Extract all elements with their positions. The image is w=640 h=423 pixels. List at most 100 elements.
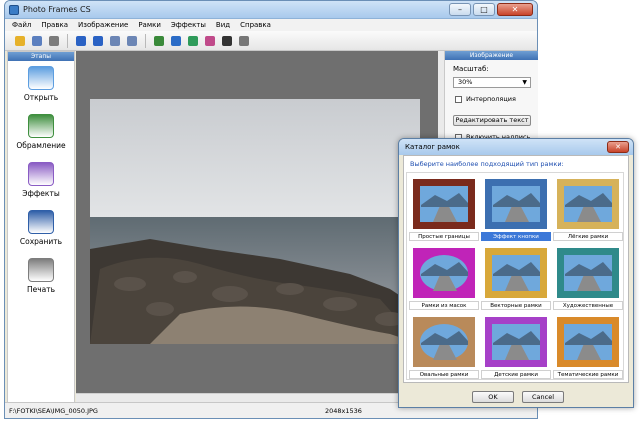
checkbox-box — [455, 95, 462, 103]
steps-panel-header: Этапы — [8, 52, 74, 61]
seascape-photo — [90, 99, 420, 344]
menu-edit[interactable]: Правка — [41, 21, 68, 29]
effect-icon-glyph — [205, 35, 215, 46]
people-icon — [28, 114, 54, 138]
redo-icon[interactable] — [91, 34, 105, 48]
printer-icon — [28, 258, 54, 282]
crop-icon[interactable] — [237, 34, 251, 48]
horizontal-scrollbar[interactable] — [76, 393, 438, 402]
undo-icon[interactable] — [74, 34, 88, 48]
frame-option-label: Тематические рамки — [553, 370, 623, 379]
frame-preview — [557, 248, 619, 298]
frame-option[interactable]: Векторные рамки — [481, 244, 551, 312]
save-icon-glyph — [32, 35, 42, 46]
cancel-button[interactable]: Cancel — [522, 391, 564, 403]
frame-option[interactable]: Рамки из масок — [409, 244, 479, 312]
frame-thumbnail — [557, 248, 619, 298]
close-button[interactable]: ✕ — [497, 3, 533, 16]
scale-select[interactable]: 30% ▼ — [453, 77, 531, 88]
interpolation-label: Интерполяция — [466, 95, 516, 103]
dialog-body: Выберите наиболее подходящий тип рамки: … — [403, 155, 629, 383]
frame-option-label: Художественные — [553, 301, 623, 310]
image-canvas[interactable] — [76, 51, 438, 393]
frame-preview — [485, 248, 547, 298]
menu-effects[interactable]: Эффекты — [171, 21, 206, 29]
step-5[interactable]: Печать — [8, 258, 74, 294]
maximize-button[interactable]: □ — [473, 3, 495, 16]
menu-image[interactable]: Изображение — [78, 21, 128, 29]
frame-option[interactable]: Овальные рамки — [409, 313, 479, 381]
new-icon[interactable] — [13, 34, 27, 48]
dialog-close-button[interactable]: ✕ — [607, 141, 629, 153]
frame-preview — [413, 317, 475, 367]
frame-option[interactable]: Детские рамки — [481, 313, 551, 381]
frame-option[interactable]: Тематические рамки — [553, 313, 623, 381]
step-label: Сохранить — [19, 237, 63, 246]
frame-preview — [485, 317, 547, 367]
edit-text-button[interactable]: Редактировать текст — [453, 115, 531, 126]
step-1[interactable]: Открыть — [8, 66, 74, 102]
window-controls: – □ ✕ — [449, 3, 533, 16]
frame-thumbnail — [413, 317, 475, 367]
menu-view[interactable]: Вид — [216, 21, 230, 29]
paste-icon[interactable] — [125, 34, 139, 48]
frame-option[interactable]: Лёгкие рамки — [553, 175, 623, 243]
frame-option-label: Векторные рамки — [481, 301, 551, 310]
steps-panel: Этапы Открыть Обрамление Эффекты Сохранить П… — [7, 51, 75, 403]
undo-icon-glyph — [76, 35, 86, 46]
frame-option-label: Детские рамки — [481, 370, 551, 379]
frame-preview — [413, 248, 475, 298]
print-icon[interactable] — [47, 34, 61, 48]
menu-file[interactable]: Файл — [12, 21, 31, 29]
ok-button[interactable]: OK — [472, 391, 514, 403]
interpolation-checkbox[interactable]: Интерполяция — [455, 95, 516, 103]
crop-icon-glyph — [239, 35, 249, 46]
step-2[interactable]: Обрамление — [8, 114, 74, 150]
scale-value: 30% — [458, 78, 473, 86]
zoom-fit-icon[interactable] — [152, 34, 166, 48]
step-4[interactable]: Сохранить — [8, 210, 74, 246]
frame-option-label: Рамки из масок — [409, 301, 479, 310]
frame-option[interactable]: Художественные — [553, 244, 623, 312]
toolbar-separator — [145, 33, 146, 48]
print-icon-glyph — [49, 35, 59, 46]
photo-preview — [90, 99, 420, 344]
frame-icon[interactable] — [169, 34, 183, 48]
frame-thumbnail — [557, 179, 619, 229]
menu-frames[interactable]: Рамки — [138, 21, 161, 29]
frame-thumbnail — [485, 248, 547, 298]
copy-icon-glyph — [110, 35, 120, 46]
step-label: Эффекты — [22, 189, 60, 198]
frame-thumbnail — [413, 248, 475, 298]
floppy-icon — [28, 210, 54, 234]
frame-option[interactable]: Простые границы — [409, 175, 479, 243]
effect-icon[interactable] — [203, 34, 217, 48]
frame-option[interactable]: Эффект кнопки — [481, 175, 551, 243]
image-icon[interactable] — [186, 34, 200, 48]
toolbar — [5, 31, 537, 51]
frame-option-label: Эффект кнопки — [481, 232, 551, 241]
minimize-button[interactable]: – — [449, 3, 471, 16]
dialog-hint: Выберите наиболее подходящий тип рамки: — [410, 160, 564, 168]
copy-icon[interactable] — [108, 34, 122, 48]
effects-icon — [28, 162, 54, 186]
menu-help[interactable]: Справка — [240, 21, 271, 29]
save-icon[interactable] — [30, 34, 44, 48]
properties-panel-header: Изображение — [445, 51, 538, 60]
image-size: 2048x1536 — [325, 407, 362, 415]
title-bar: Photo Frames CS – □ ✕ — [5, 1, 537, 19]
folder-icon — [28, 66, 54, 90]
frame-preview — [485, 179, 547, 229]
window-title: Photo Frames CS — [23, 5, 91, 14]
step-label: Обрамление — [16, 141, 66, 150]
menu-bar: Файл Правка Изображение Рамки Эффекты Ви… — [5, 19, 537, 31]
dialog-title-bar: Каталог рамок ✕ — [399, 139, 633, 155]
text-icon[interactable] — [220, 34, 234, 48]
step-3[interactable]: Эффекты — [8, 162, 74, 198]
app-icon — [9, 5, 19, 15]
scale-label: Масштаб: — [453, 65, 489, 73]
frame-preview — [557, 317, 619, 367]
chevron-down-icon: ▼ — [522, 79, 527, 86]
frame-thumbnail — [485, 317, 547, 367]
frame-icon-glyph — [171, 35, 181, 46]
